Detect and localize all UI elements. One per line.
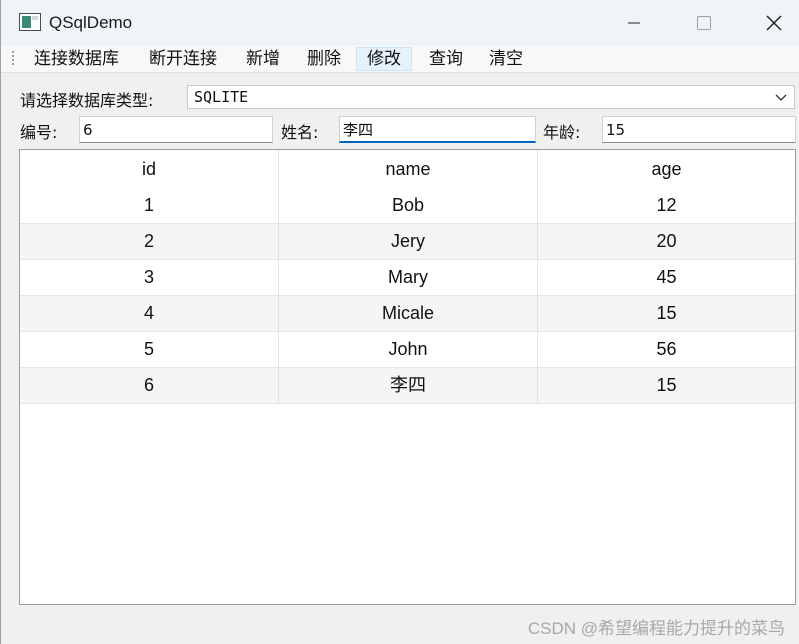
maximize-icon (697, 16, 711, 30)
cell-age[interactable]: 56 (538, 332, 795, 368)
age-field[interactable] (602, 116, 796, 143)
app-window: QSqlDemo 连接数据库 断开连接 新增 删除 修改 查询 清空 请选择数据… (0, 0, 799, 644)
window-title: QSqlDemo (49, 13, 133, 32)
minimize-button[interactable] (599, 0, 669, 46)
cell-name[interactable]: John (279, 332, 538, 368)
table-header: id name age (20, 150, 795, 188)
cell-age[interactable]: 12 (538, 188, 795, 224)
menu-item-disconnect[interactable]: 断开连接 (139, 47, 227, 71)
cell-id[interactable]: 2 (20, 224, 279, 260)
name-input[interactable] (340, 117, 535, 141)
menu-item-query[interactable]: 查询 (419, 47, 473, 71)
db-type-label: 请选择数据库类型: (20, 91, 154, 110)
table-row[interactable]: 6 李四 15 (20, 368, 795, 404)
age-label: 年龄: (543, 123, 581, 142)
cell-name[interactable]: Bob (279, 188, 538, 224)
name-field[interactable] (339, 116, 536, 143)
cell-name[interactable]: Mary (279, 260, 538, 296)
menu-item-add[interactable]: 新增 (236, 47, 290, 71)
cell-age[interactable]: 15 (538, 368, 795, 404)
cell-name[interactable]: Micale (279, 296, 538, 332)
menu-item-clear[interactable]: 清空 (479, 47, 533, 71)
db-type-value: SQLITE (194, 88, 249, 106)
name-label: 姓名: (281, 123, 319, 142)
app-icon (19, 13, 41, 31)
id-label: 编号: (20, 123, 58, 142)
menu-item-connect[interactable]: 连接数据库 (24, 47, 129, 71)
menu-bar: 连接数据库 断开连接 新增 删除 修改 查询 清空 (1, 46, 799, 73)
column-header-name[interactable]: name (279, 150, 538, 188)
title-bar[interactable]: QSqlDemo (1, 0, 799, 46)
table-body: 1 Bob 12 2 Jery 20 3 Mary 45 4 Micale 15… (20, 188, 795, 404)
cell-name[interactable]: 李四 (279, 368, 538, 404)
cell-id[interactable]: 5 (20, 332, 279, 368)
age-input[interactable] (603, 117, 795, 142)
cell-name[interactable]: Jery (279, 224, 538, 260)
cell-age[interactable]: 45 (538, 260, 795, 296)
close-icon (766, 15, 782, 31)
minimize-icon (628, 22, 640, 24)
table-row[interactable]: 5 John 56 (20, 332, 795, 368)
cell-id[interactable]: 4 (20, 296, 279, 332)
menu-item-delete[interactable]: 删除 (297, 47, 351, 71)
cell-id[interactable]: 3 (20, 260, 279, 296)
chevron-down-icon (775, 94, 787, 101)
cell-age[interactable]: 15 (538, 296, 795, 332)
menu-item-modify[interactable]: 修改 (356, 47, 412, 71)
column-header-age[interactable]: age (538, 150, 795, 188)
column-header-id[interactable]: id (20, 150, 279, 188)
table-row[interactable]: 1 Bob 12 (20, 188, 795, 224)
table-row[interactable]: 2 Jery 20 (20, 224, 795, 260)
toolbar-grip-icon[interactable] (12, 50, 15, 68)
watermark-text: CSDN @希望编程能力提升的菜鸟 (527, 619, 785, 638)
maximize-button[interactable] (669, 0, 739, 46)
cell-id[interactable]: 1 (20, 188, 279, 224)
id-field[interactable] (79, 116, 273, 143)
cell-age[interactable]: 20 (538, 224, 795, 260)
table-row[interactable]: 4 Micale 15 (20, 296, 795, 332)
cell-id[interactable]: 6 (20, 368, 279, 404)
data-table[interactable]: id name age 1 Bob 12 2 Jery 20 3 Mary 45… (19, 149, 796, 605)
id-input[interactable] (80, 117, 272, 142)
close-button[interactable] (739, 0, 799, 46)
table-row[interactable]: 3 Mary 45 (20, 260, 795, 296)
db-type-select[interactable]: SQLITE (187, 85, 795, 109)
